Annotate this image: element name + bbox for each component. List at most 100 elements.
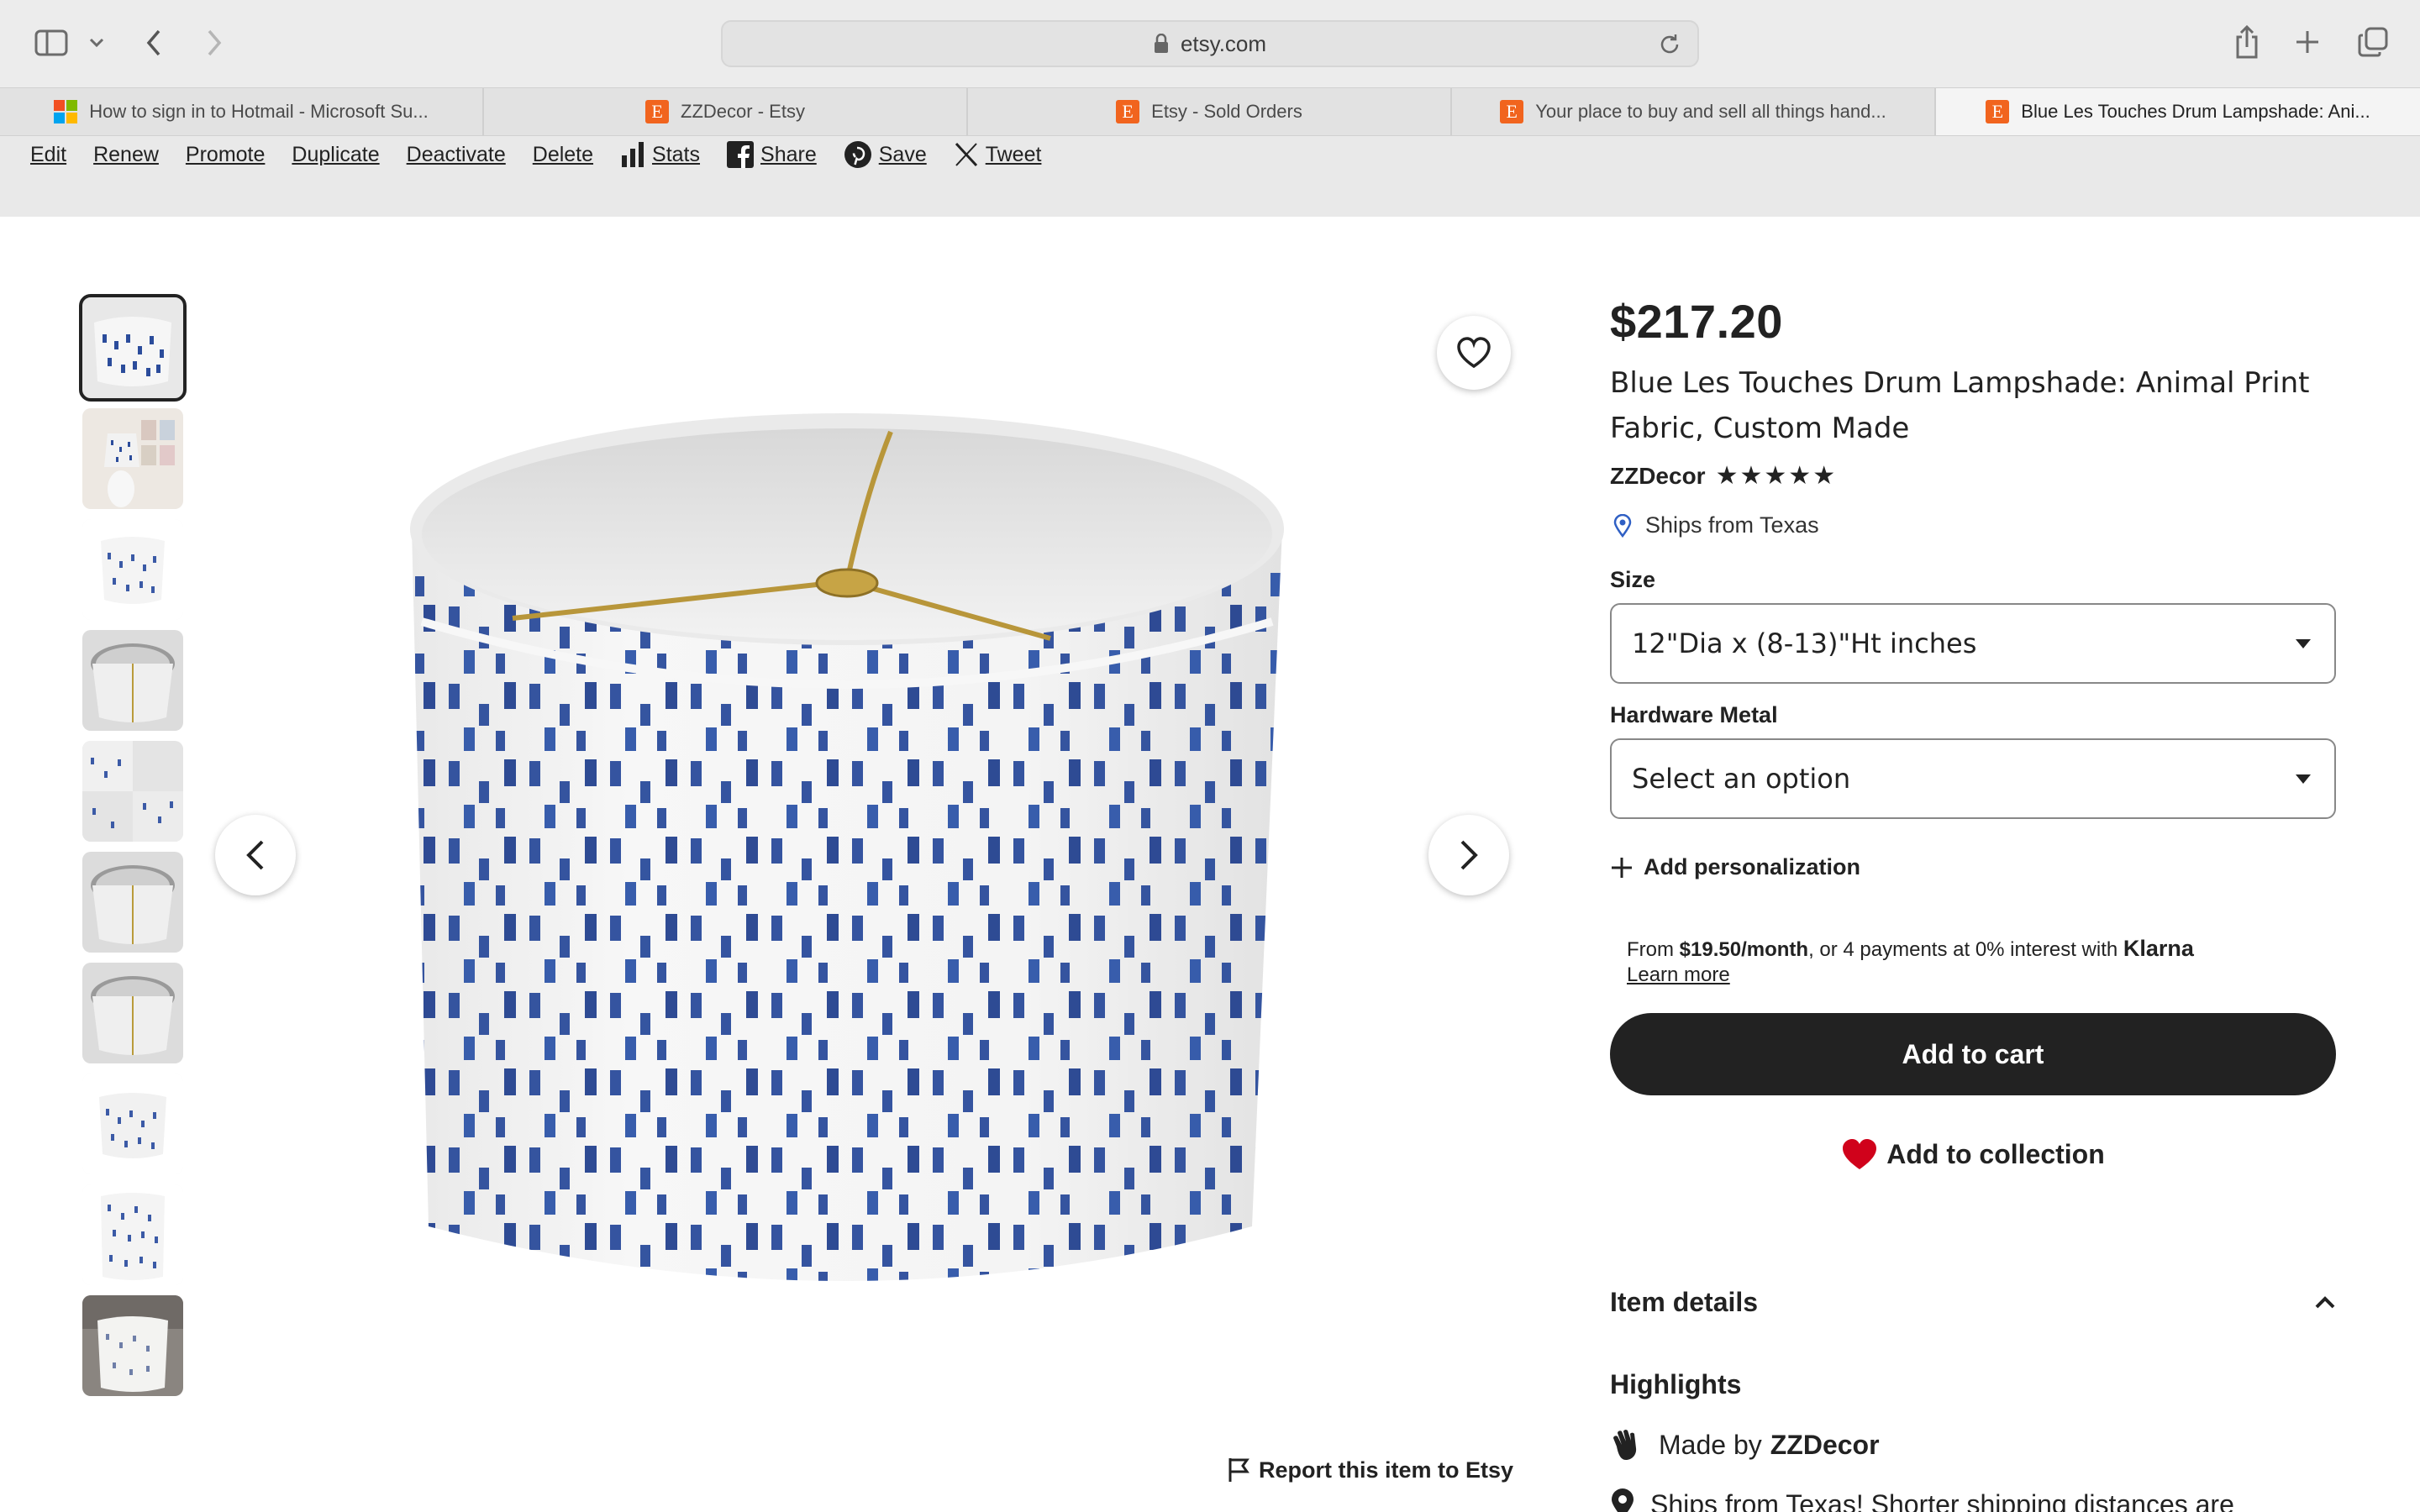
caret-down-icon: [2296, 638, 2311, 648]
new-tab-plus-icon[interactable]: [2292, 27, 2323, 57]
delete-link[interactable]: Delete: [533, 143, 593, 167]
thumbnail[interactable]: [79, 294, 187, 402]
location-pin-icon: [1612, 1488, 1634, 1512]
tab-label: Etsy - Sold Orders: [1151, 101, 1302, 122]
hardware-label: Hardware Metal: [1610, 702, 1778, 727]
thumbnail[interactable]: [82, 1074, 183, 1174]
ships-from-text: Ships from Texas: [1645, 512, 1819, 538]
chevron-down-icon[interactable]: [86, 32, 108, 54]
lock-icon: [1154, 34, 1168, 53]
tweet-label: Tweet: [985, 142, 1042, 166]
klarna-amount: $19.50/month: [1679, 938, 1809, 961]
add-personalization-button[interactable]: Add personalization: [1610, 854, 2336, 880]
add-to-cart-button[interactable]: Add to cart: [1610, 1013, 2336, 1095]
item-details-heading: Item details: [1610, 1287, 1759, 1317]
thumbnail[interactable]: [82, 408, 183, 509]
thumbnail[interactable]: [82, 852, 183, 953]
shop-name-link[interactable]: ZZDecor: [1610, 463, 1706, 490]
tab-sold-orders[interactable]: E Etsy - Sold Orders: [968, 88, 1452, 135]
star-icon: ★: [1764, 462, 1787, 490]
klarna-logo: Klarna: [2123, 936, 2194, 961]
deactivate-link[interactable]: Deactivate: [407, 143, 506, 167]
stats-link[interactable]: Stats: [620, 142, 700, 167]
report-item-link[interactable]: Report this item to Etsy: [1227, 1457, 1513, 1483]
made-by-row: Made by ZZDecor: [1610, 1428, 1880, 1462]
share-label: Share: [760, 142, 817, 166]
shop-row: ZZDecor ★ ★ ★ ★ ★: [1610, 461, 2336, 491]
size-label: Size: [1610, 567, 1656, 592]
etsy-icon: E: [1986, 100, 2010, 123]
facebook-icon: [727, 141, 755, 168]
chevron-up-icon: [2315, 1295, 2335, 1308]
save-link[interactable]: Save: [844, 140, 927, 169]
item-details-toggle[interactable]: Item details: [1610, 1287, 2336, 1318]
previous-image-button[interactable]: [215, 815, 296, 895]
tab-listing-active[interactable]: E Blue Les Touches Drum Lampshade: Ani..…: [1936, 88, 2420, 135]
thumbnail[interactable]: [82, 963, 183, 1063]
share-icon[interactable]: [2232, 24, 2262, 60]
save-label: Save: [878, 142, 927, 166]
star-icon: ★: [1739, 462, 1763, 490]
bar-chart-icon: [622, 142, 644, 167]
tweet-link[interactable]: Tweet: [954, 142, 1042, 167]
ships-note-row: Ships from Texas! Shorter shipping dista…: [1610, 1488, 2234, 1512]
edit-link[interactable]: Edit: [30, 143, 66, 167]
thumbnail[interactable]: [82, 1184, 183, 1285]
address-bar[interactable]: etsy.com: [721, 20, 1699, 67]
next-image-button[interactable]: [1428, 815, 1509, 895]
favorite-button[interactable]: [1437, 316, 1511, 390]
heart-filled-icon: [1843, 1139, 1877, 1169]
share-link[interactable]: Share: [727, 141, 817, 168]
thumbnail[interactable]: [82, 519, 183, 620]
tab-bar: How to sign in to Hotmail - Microsoft Su…: [0, 87, 2420, 136]
tab-hotmail[interactable]: How to sign in to Hotmail - Microsoft Su…: [0, 88, 484, 135]
hardware-select[interactable]: Select an option: [1610, 738, 2336, 819]
back-arrow-icon[interactable]: [141, 27, 166, 59]
browser-toolbar: etsy.com: [0, 0, 2420, 87]
made-by-prefix: Made by: [1659, 1429, 1762, 1460]
reload-icon[interactable]: [1657, 32, 1682, 61]
sidebar-toggle-icon[interactable]: [32, 27, 71, 59]
listing-title: Blue Les Touches Drum Lampshade: Animal …: [1610, 366, 2310, 445]
chevron-right-icon: [1460, 840, 1478, 870]
ships-from: Ships from Texas: [1613, 512, 2336, 538]
tab-label: Blue Les Touches Drum Lampshade: Ani...: [2021, 101, 2370, 122]
tab-label: ZZDecor - Etsy: [681, 101, 805, 122]
size-select[interactable]: 12"Dia x (8-13)"Ht inches: [1610, 603, 2336, 684]
buy-box: $217.20 Blue Les Touches Drum Lampshade:…: [1610, 294, 2336, 1194]
star-icon: ★: [1788, 462, 1812, 490]
add-to-collection-label: Add to collection: [1886, 1138, 2105, 1169]
made-by-shop: ZZDecor: [1770, 1429, 1880, 1460]
star-icon: ★: [1812, 462, 1836, 490]
plus-icon: [1612, 857, 1632, 878]
thumbnail[interactable]: [82, 1295, 183, 1396]
hand-wave-icon: [1613, 1430, 1637, 1460]
report-label: Report this item to Etsy: [1259, 1457, 1514, 1483]
url-text: etsy.com: [1180, 30, 1267, 56]
price: $217.20: [1610, 295, 1783, 348]
tab-label: Your place to buy and sell all things ha…: [1535, 101, 1886, 122]
learn-more-link[interactable]: Learn more: [1627, 963, 2336, 988]
klarna-financing: From $19.50/month, or 4 payments at 0% i…: [1627, 936, 2336, 988]
owner-action-bar: Edit Renew Promote Duplicate Deactivate …: [0, 136, 2420, 217]
forward-arrow-icon[interactable]: [202, 27, 227, 59]
promote-link[interactable]: Promote: [186, 143, 265, 167]
tab-overview-icon[interactable]: [2356, 25, 2390, 59]
size-selected-value: 12"Dia x (8-13)"Ht inches: [1632, 627, 1977, 659]
add-personalization-label: Add personalization: [1644, 854, 1861, 879]
thumbnail[interactable]: [82, 630, 183, 731]
location-pin-icon: [1613, 513, 1632, 538]
tab-etsy-home[interactable]: E Your place to buy and sell all things …: [1452, 88, 1936, 135]
main-product-image: [361, 370, 1386, 1394]
caret-down-icon: [2296, 774, 2311, 784]
add-to-collection-button[interactable]: Add to collection: [1610, 1114, 2336, 1194]
etsy-icon: E: [1116, 100, 1140, 123]
klarna-prefix: From: [1627, 938, 1680, 961]
thumbnail[interactable]: [82, 741, 183, 842]
thumbnail-strip: [79, 294, 187, 1406]
renew-link[interactable]: Renew: [93, 143, 159, 167]
klarna-middle: , or 4 payments at 0% interest with: [1808, 938, 2123, 961]
ships-note-text: Ships from Texas! Shorter shipping dista…: [1650, 1488, 2234, 1512]
duplicate-link[interactable]: Duplicate: [292, 143, 379, 167]
tab-zzdecor[interactable]: E ZZDecor - Etsy: [484, 88, 968, 135]
